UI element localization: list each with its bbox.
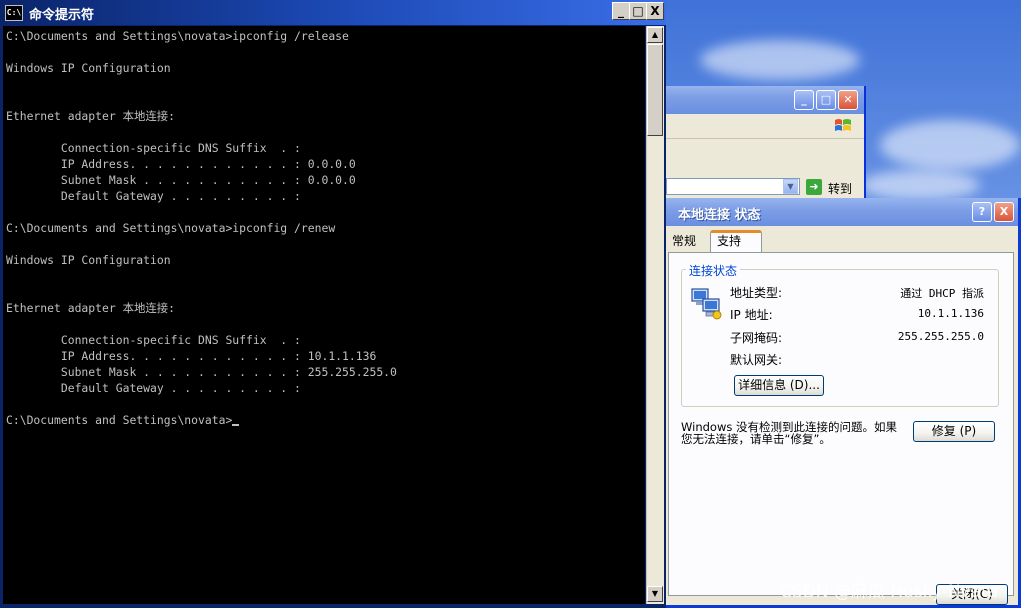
address-type-label: 地址类型:	[730, 286, 783, 300]
details-button[interactable]: 详细信息 (D)...	[734, 375, 824, 396]
console-prompt: C:\Documents and Settings\novata>	[6, 413, 233, 427]
scroll-down-button[interactable]: ▼	[647, 586, 663, 602]
connection-status-group: 连接状态 地址类型: 通过 DHCP 指派 IP 地址: 10.1.1.136 …	[681, 262, 999, 407]
desktop-cloud	[700, 40, 860, 80]
watermark-text: CSDN @麻瓜 Husky-Nvata	[780, 582, 999, 602]
explorer-minimize-button[interactable]: _	[794, 90, 814, 110]
subnet-mask-value: 255.255.255.0	[897, 330, 984, 343]
scrollbar-thumb[interactable]	[647, 44, 663, 136]
explorer-close-button[interactable]: ✕	[838, 90, 858, 110]
ip-address-value: 10.1.1.136	[917, 307, 984, 320]
explorer-maximize-button[interactable]: □	[816, 90, 836, 110]
explorer-title-bar[interactable]: _ □ ✕	[666, 86, 864, 114]
dialog-title-bar[interactable]: 本地连接 状态 ? X	[666, 198, 1018, 226]
console-output[interactable]: C:\Documents and Settings\novata>ipconfi…	[3, 26, 645, 604]
subnet-mask-label: 子网掩码:	[730, 331, 783, 345]
explorer-toolbar	[666, 114, 864, 139]
scroll-up-button[interactable]: ▲	[647, 27, 663, 43]
cmd-window-title: 命令提示符	[29, 8, 95, 23]
minimize-button[interactable]: _	[612, 2, 630, 20]
console-text: C:\Documents and Settings\novata>ipconfi…	[6, 29, 397, 427]
desktop-cloud	[860, 170, 980, 200]
close-icon: X	[650, 4, 660, 18]
dialog-close-button[interactable]: X	[994, 202, 1014, 222]
dialog-title: 本地连接 状态	[678, 208, 761, 223]
group-title: 连接状态	[686, 262, 741, 279]
text-cursor	[232, 424, 240, 426]
maximize-icon: □	[820, 93, 832, 106]
vertical-scrollbar[interactable]: ▲ ▼	[646, 26, 664, 604]
go-arrow-icon[interactable]: ➜	[806, 179, 822, 195]
repair-button[interactable]: 修复 (P)	[913, 421, 995, 442]
triangle-down-icon: ▼	[651, 589, 659, 598]
diagnostic-message: Windows 没有检测到此连接的问题。如果您无法连接，请单击“修复”。	[681, 420, 897, 446]
help-button[interactable]: ?	[972, 202, 992, 222]
help-icon: ?	[978, 205, 986, 218]
triangle-up-icon: ▲	[651, 30, 659, 39]
cmd-title-bar[interactable]: C:\ 命令提示符 _ □ X	[0, 0, 666, 25]
tab-strip: 常规 支持	[666, 230, 1018, 253]
desktop-cloud	[880, 120, 1020, 170]
close-icon: X	[999, 205, 1009, 218]
windows-logo-icon	[835, 119, 851, 131]
close-button[interactable]: X	[646, 2, 664, 20]
close-icon: ✕	[843, 93, 853, 106]
go-button-label[interactable]: 转到	[828, 180, 852, 197]
maximize-button[interactable]: □	[629, 2, 647, 20]
address-type-value: 通过 DHCP 指派	[900, 287, 984, 300]
minimize-icon: _	[618, 4, 624, 18]
local-connection-status-dialog[interactable]: 本地连接 状态 ? X 常规 支持 连接状态 地址类型: 通过 DHCP 指派 …	[666, 198, 1021, 608]
background-explorer-window[interactable]: _ □ ✕ ▼ ➜ 转到	[666, 86, 866, 198]
address-bar: ▼ ➜ 转到	[666, 176, 864, 198]
command-prompt-window[interactable]: C:\ 命令提示符 _ □ X C:\Documents and Setting…	[0, 0, 666, 608]
minimize-icon: _	[801, 93, 807, 106]
address-dropdown-button[interactable]: ▼	[783, 179, 798, 194]
tab-support[interactable]: 支持	[710, 230, 762, 253]
cmd-app-icon: C:\	[5, 5, 23, 21]
chevron-down-icon: ▼	[787, 182, 794, 191]
tab-general[interactable]: 常规	[668, 232, 710, 252]
ip-address-label: IP 地址:	[730, 308, 773, 322]
default-gateway-label: 默认网关:	[730, 353, 783, 367]
support-tab-panel: 连接状态 地址类型: 通过 DHCP 指派 IP 地址: 10.1.1.136 …	[668, 252, 1014, 596]
network-connection-icon	[691, 288, 722, 320]
address-input[interactable]	[666, 178, 800, 195]
maximize-icon: □	[632, 4, 644, 18]
